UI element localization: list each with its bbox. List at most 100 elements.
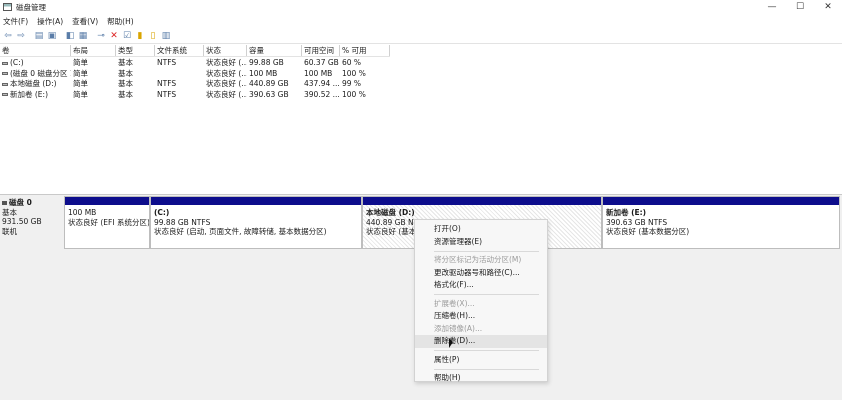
partition-status: 状态良好 (EFI 系统分区)	[68, 217, 149, 227]
new-icon[interactable]: ▮	[134, 30, 146, 42]
cell-status: 状态良好 (...	[206, 79, 247, 88]
connect-icon[interactable]: ⊸	[95, 30, 107, 42]
disk-0-label[interactable]: 磁盘 0 基本 931.50 GB 联机	[2, 198, 62, 250]
cell-volume: (C:)	[10, 58, 24, 67]
table-row[interactable]: (磁盘 0 磁盘分区 1) 简单 基本 状态良好 (... 100 MB 100…	[0, 69, 390, 80]
cell-type: 基本	[118, 58, 133, 67]
forward-arrow-icon[interactable]: ⇨	[15, 30, 27, 42]
partition-size: 99.88 GB NTFS	[154, 217, 211, 227]
cell-capacity: 440.89 GB	[249, 79, 289, 88]
partition-c[interactable]: (C:) 99.88 GB NTFS 状态良好 (启动, 页面文件, 故障转储,…	[150, 196, 362, 249]
menu-action[interactable]: 操作(A)	[37, 16, 63, 27]
cell-free-space: 390.52 ...	[304, 89, 340, 99]
details-icon[interactable]: ▦	[77, 30, 89, 42]
table-row[interactable]: 本地磁盘 (D:) 简单 基本 NTFS 状态良好 (... 440.89 GB…	[0, 79, 390, 90]
menu-separator	[434, 294, 539, 295]
help-icon[interactable]: ▣	[46, 30, 58, 42]
delete-icon[interactable]: ✕	[108, 30, 120, 42]
cell-status: 状态良好 (...	[206, 58, 247, 67]
menu-file[interactable]: 文件(F)	[3, 16, 28, 27]
cell-free-space: 100 MB	[304, 68, 333, 78]
cell-type: 基本	[118, 89, 133, 99]
cell-percent-free: 99 %	[342, 79, 362, 88]
cell-free-space: 60.37 GB	[304, 58, 339, 67]
toolbar-separator	[28, 30, 32, 42]
col-header-status[interactable]: 状态	[204, 45, 247, 56]
cell-capacity: 100 MB	[249, 68, 278, 78]
menu-separator	[434, 368, 539, 370]
col-header-type[interactable]: 类型	[116, 45, 155, 56]
menu-item-help[interactable]: 帮助(H)	[415, 372, 547, 385]
cell-volume: 新加卷 (E:)	[10, 89, 49, 99]
menu-item-shrink-volume[interactable]: 压缩卷(H)...	[415, 310, 547, 323]
col-header-filesystem[interactable]: 文件系统	[155, 45, 204, 56]
cell-percent-free: 100 %	[342, 89, 366, 99]
disk-type: 基本	[2, 207, 17, 217]
cell-free-space: 437.94 ...	[304, 79, 340, 88]
menu-view[interactable]: 查看(V)	[72, 16, 98, 27]
partition-name: 新加卷 (E:)	[606, 208, 647, 217]
cell-volume: (磁盘 0 磁盘分区 1)	[10, 68, 71, 78]
menu-help[interactable]: 帮助(H)	[107, 16, 134, 27]
window-title: 磁盘管理	[16, 2, 46, 12]
col-header-volume[interactable]: 卷	[0, 45, 71, 56]
partition-bar	[603, 197, 839, 205]
menu-item-open[interactable]: 打开(O)	[415, 223, 547, 236]
volume-icon	[2, 72, 8, 75]
menu-item-properties[interactable]: 属性(P)	[415, 354, 547, 367]
volume-list-header: 卷 布局 类型 文件系统 状态 容量 可用空间 % 可用	[0, 45, 390, 57]
partition-efi[interactable]: 100 MB 状态良好 (EFI 系统分区)	[64, 196, 150, 249]
title-bar: 磁盘管理 — ☐ ✕	[0, 0, 842, 14]
menu-bar: 文件(F) 操作(A) 查看(V) 帮助(H)	[0, 14, 842, 28]
cell-percent-free: 60 %	[342, 58, 362, 67]
partition-status: 状态良好 (启动, 页面文件, 故障转储, 基本数据分区)	[154, 227, 327, 236]
check-icon[interactable]: ☑	[121, 30, 133, 42]
col-header-free-space[interactable]: 可用空间	[302, 45, 340, 56]
menu-item-format[interactable]: 格式化(F)...	[415, 279, 547, 292]
cell-layout: 简单	[73, 58, 88, 67]
mouse-cursor-icon	[449, 338, 453, 348]
cell-filesystem	[155, 69, 204, 80]
menu-item-explorer[interactable]: 资源管理器(E)	[415, 236, 547, 249]
volume-icon	[2, 82, 8, 86]
toolbar: ⇦ ⇨ ▤ ▣ ◧ ▦ ⊸ ✕ ☑ ▮ ▯ ▥	[0, 28, 842, 44]
menu-item-add-mirror: 添加镜像(A)...	[434, 323, 483, 333]
cell-type: 基本	[118, 68, 133, 78]
properties-icon[interactable]: ◧	[64, 30, 76, 42]
disk-management-app-icon	[3, 3, 12, 11]
partition-e[interactable]: 新加卷 (E:) 390.63 GB NTFS 状态良好 (基本数据分区)	[602, 196, 840, 249]
cell-status: 状态良好 (...	[206, 68, 247, 78]
partition-status: 状态良好 (基本数据分区)	[606, 227, 690, 236]
volume-icon	[2, 93, 8, 96]
cell-capacity: 390.63 GB	[249, 89, 289, 99]
open-icon[interactable]: ▯	[147, 30, 159, 42]
disk-size: 931.50 GB	[2, 217, 42, 226]
minimize-button[interactable]: —	[758, 0, 786, 14]
cell-layout: 简单	[73, 68, 88, 78]
col-header-capacity[interactable]: 容量	[247, 45, 302, 56]
maximize-button[interactable]: ☐	[786, 0, 814, 14]
table-row[interactable]: 新加卷 (E:) 简单 基本 NTFS 状态良好 (... 390.63 GB …	[0, 90, 390, 101]
cell-volume: 本地磁盘 (D:)	[10, 79, 57, 88]
list-view-icon[interactable]: ▤	[33, 30, 45, 42]
col-header-layout[interactable]: 布局	[71, 45, 116, 56]
menu-item-change-drive-letter[interactable]: 更改驱动器号和路径(C)...	[415, 267, 547, 280]
menu-item-delete-volume[interactable]: 删除卷(D)...	[415, 335, 547, 348]
toolbar-separator	[90, 30, 94, 42]
close-button[interactable]: ✕	[814, 0, 842, 14]
menu-separator	[434, 250, 539, 252]
back-arrow-icon[interactable]: ⇦	[2, 30, 14, 42]
cell-layout: 简单	[73, 89, 88, 99]
window-controls: — ☐ ✕	[758, 0, 842, 14]
volume-icon	[2, 61, 8, 65]
view-icon[interactable]: ▥	[160, 30, 172, 42]
cell-percent-free: 100 %	[342, 68, 366, 78]
table-row[interactable]: (C:) 简单 基本 NTFS 状态良好 (... 99.88 GB 60.37…	[0, 58, 390, 69]
partition-bar	[363, 197, 601, 205]
col-header-percent-free[interactable]: % 可用	[340, 45, 390, 56]
partition-name: 本地磁盘 (D:)	[366, 208, 415, 217]
volume-list: 卷 布局 类型 文件系统 状态 容量 可用空间 % 可用 (C:) 简单 基本 …	[0, 44, 842, 194]
partition-bar	[151, 197, 361, 205]
cell-filesystem: NTFS	[157, 79, 177, 88]
menu-item-extend-volume: 扩展卷(X)...	[434, 298, 475, 308]
